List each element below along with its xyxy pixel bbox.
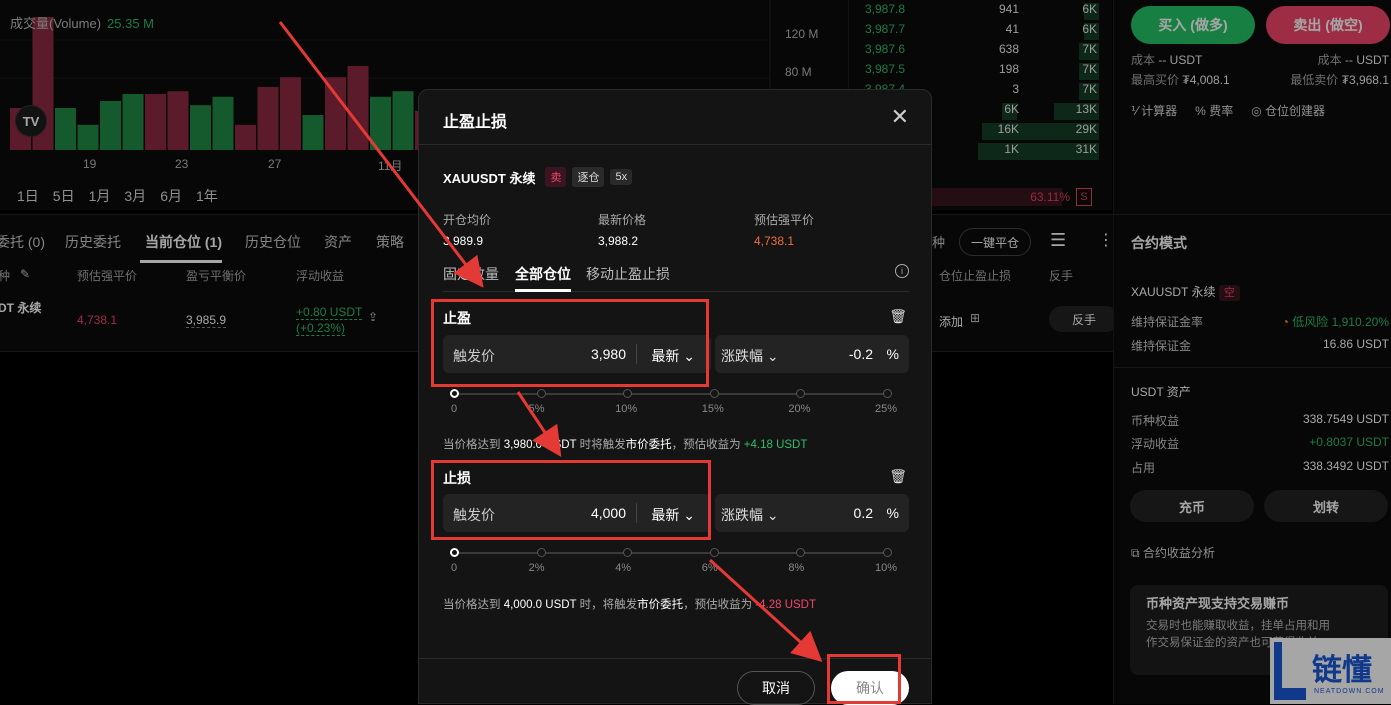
modal-symbol-row: XAUUSDT 永续 卖 逐仓 5x	[443, 167, 633, 187]
sl-change-field[interactable]: 涨跌幅 ⌄ 0.2 %	[715, 494, 909, 532]
highlight-confirm-box	[827, 654, 901, 704]
tp-slider[interactable]: 0 5% 10% 15% 20% 25%	[450, 389, 897, 419]
slider-step[interactable]	[709, 548, 719, 557]
modal-symbol: XAUUSDT 永续	[443, 170, 536, 186]
tab-trailing[interactable]: 移动止盈止损	[586, 264, 670, 284]
slider-tick-label: 0	[451, 562, 458, 574]
delete-tp-icon[interactable]: 🗑	[889, 308, 907, 325]
slider-step[interactable]	[883, 389, 892, 398]
slider-step[interactable]	[709, 389, 719, 398]
cancel-button[interactable]: 取消	[737, 671, 815, 705]
tp-change-value: -0.2	[848, 346, 873, 362]
slider-step[interactable]	[883, 548, 892, 557]
slider-tick-label: 10%	[875, 562, 898, 574]
highlight-tp-box	[431, 299, 709, 387]
tpsl-modal: 止盈止损 ✕ XAUUSDT 永续 卖 逐仓 5x 开仓均价 3,989.9 最新…	[418, 89, 932, 705]
info-icon[interactable]: i	[895, 264, 909, 278]
slider-step[interactable]	[536, 548, 546, 557]
slider-tick-label: 6%	[701, 562, 718, 574]
slider-tick-label: 10%	[615, 403, 638, 415]
slider-tick-label: 25%	[875, 403, 898, 415]
tp-note: 当价格达到 3,980.0 USDT 时将触发市价委托，预估收益为 +4.18 …	[443, 439, 808, 451]
slider-step[interactable]	[450, 389, 459, 398]
sl-slider[interactable]: 0 2% 4% 6% 8% 10%	[450, 548, 897, 578]
modal-title: 止盈止损	[443, 114, 508, 131]
delete-sl-icon[interactable]: 🗑	[889, 468, 907, 485]
modal-tab-indicator	[515, 289, 571, 292]
slider-step[interactable]	[450, 548, 459, 557]
chevron-down-icon: ⌄	[766, 507, 779, 523]
slider-tick-label: 20%	[788, 403, 811, 415]
sl-change-value: 0.2	[853, 505, 873, 521]
side-tag: 卖	[545, 167, 567, 187]
leverage-tag: 5x	[610, 169, 633, 185]
slider-step[interactable]	[623, 389, 633, 398]
slider-tick-label: 0	[451, 403, 458, 415]
slider-step[interactable]	[623, 548, 633, 557]
slider-tick-label: 4%	[615, 562, 632, 574]
slider-tick-label: 8%	[788, 562, 805, 574]
slider-step[interactable]	[796, 548, 806, 557]
tab-all-position[interactable]: 全部仓位	[515, 264, 571, 284]
slider-tick-label: 15%	[701, 403, 724, 415]
open-price: 3,989.9	[443, 234, 484, 248]
modal-tabs: 固定数量 全部仓位 移动止盈止损 i	[443, 262, 909, 292]
close-icon[interactable]: ✕	[891, 104, 909, 130]
slider-step[interactable]	[796, 389, 806, 398]
liq-price: 4,738.1	[754, 234, 795, 248]
highlight-sl-box	[431, 460, 711, 540]
tp-change-field[interactable]: 涨跌幅 ⌄ -0.2 %	[715, 335, 909, 373]
sl-note: 当价格达到 4,000.0 USDT 时，将触发市价委托，预估收益为 -4.28…	[443, 599, 816, 611]
tab-fixed-qty[interactable]: 固定数量	[443, 264, 499, 284]
slider-step[interactable]	[536, 389, 546, 398]
slider-tick-label: 2%	[528, 562, 545, 574]
slider-tick-label: 5%	[528, 403, 545, 415]
chevron-down-icon: ⌄	[766, 348, 779, 364]
last-price: 3,988.2	[598, 234, 639, 248]
margin-tag: 逐仓	[572, 167, 605, 187]
